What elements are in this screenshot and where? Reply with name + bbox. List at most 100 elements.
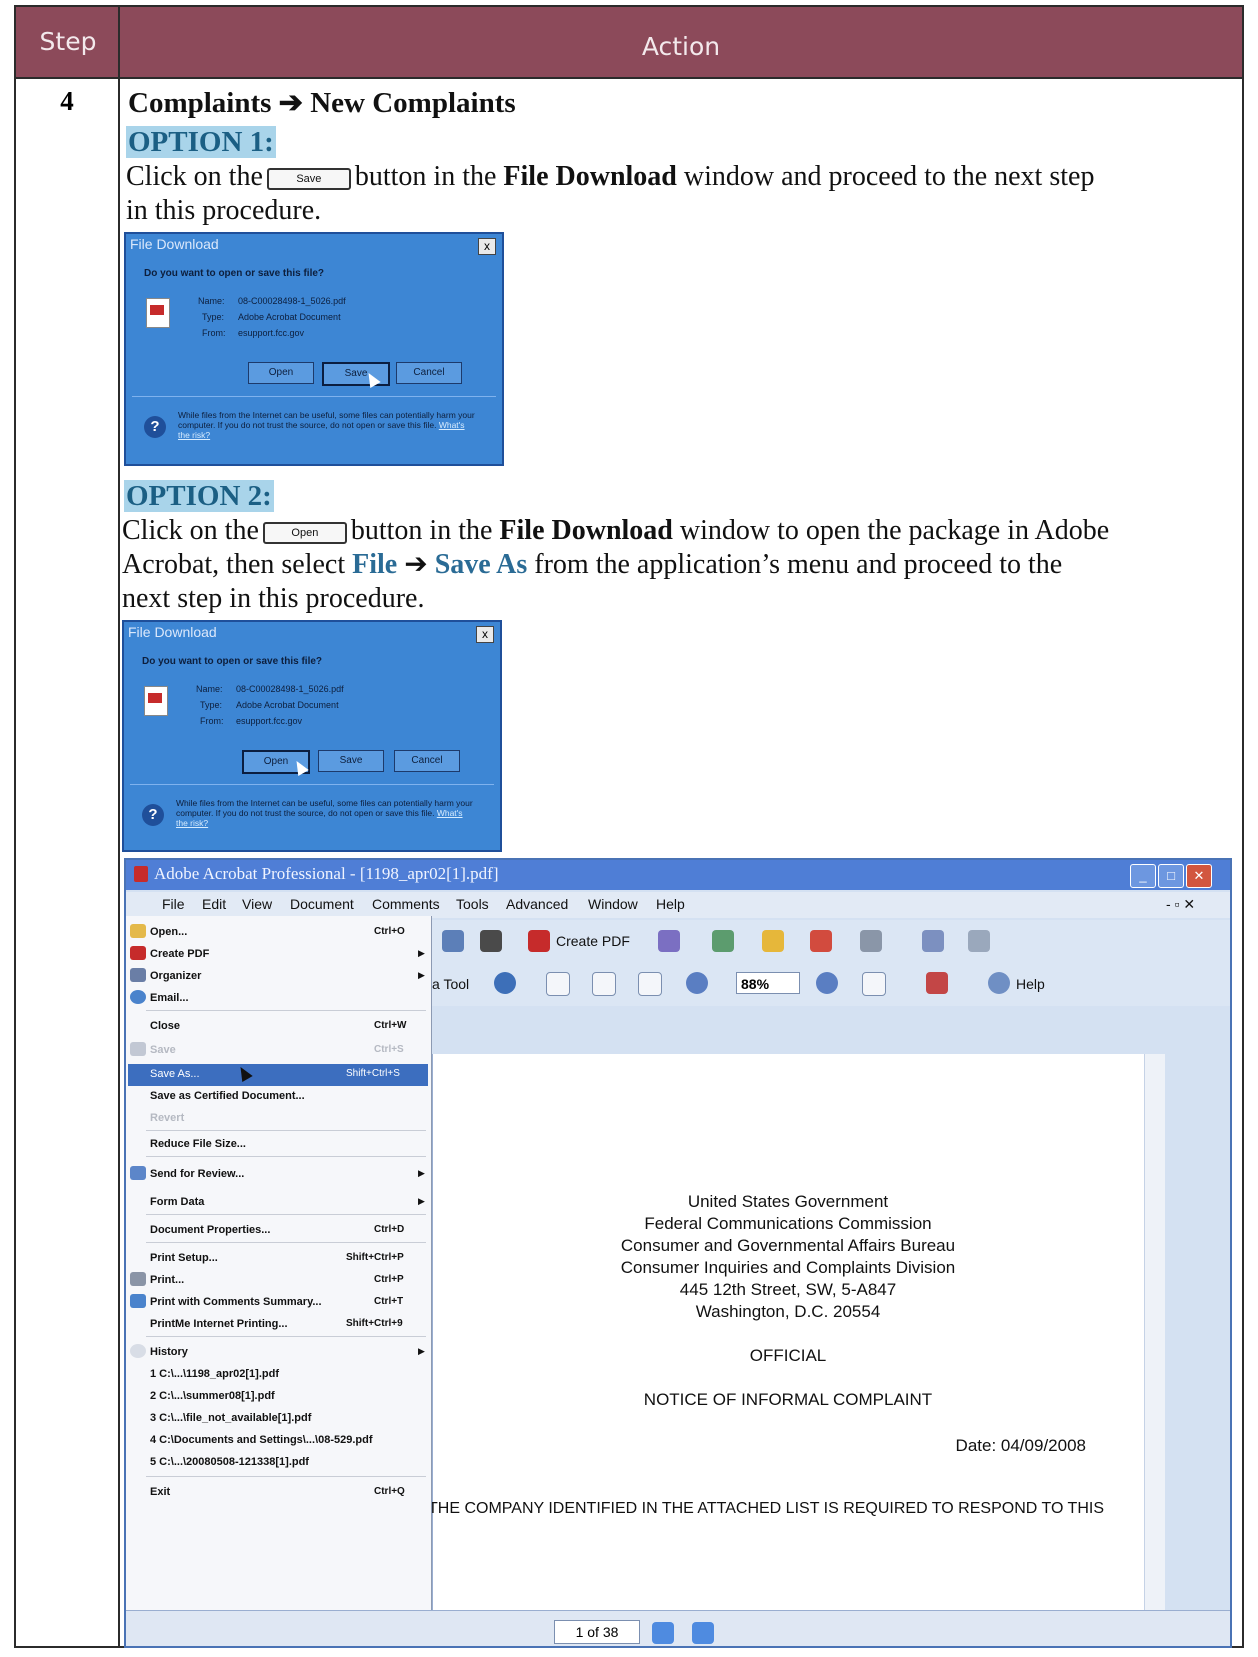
dialog-close-button[interactable]: x (478, 238, 496, 255)
next-page-icon[interactable] (652, 1622, 674, 1644)
menu-view[interactable]: View (242, 896, 272, 912)
acrobat-logo-icon (134, 866, 148, 882)
option2-arrow: ➔ (404, 549, 428, 580)
doc-line-5: 445 12th Street, SW, 5-A847 (679, 1280, 897, 1299)
email-icon (130, 990, 146, 1004)
type-value: Adobe Acrobat Document (236, 700, 339, 710)
doc-line-4: Consumer Inquiries and Complaints Divisi… (620, 1258, 956, 1277)
create-pdf-button[interactable]: Create PDF (556, 933, 630, 949)
help-question-icon: ? (144, 416, 166, 438)
close-icon[interactable]: ✕ (1186, 864, 1212, 888)
dialog-title: File Download (130, 236, 219, 252)
yahoo-icon[interactable] (926, 972, 948, 994)
menu-item-create-pdf[interactable]: Create PDF (150, 948, 209, 960)
tool-label[interactable]: a Tool (432, 976, 469, 992)
from-value: esupport.fcc.gov (238, 328, 305, 338)
menu-separator (146, 1476, 426, 1477)
combine-icon[interactable] (658, 930, 680, 952)
menu-item-save[interactable]: Save (150, 1044, 176, 1056)
dialog-close-button[interactable]: x (476, 626, 494, 643)
fit-height-icon[interactable] (592, 972, 616, 996)
dialog-warning: While files from the Internet can be use… (176, 798, 476, 828)
option1-text-b: button in the (354, 161, 497, 192)
lock-icon[interactable] (762, 930, 784, 952)
maximize-icon[interactable]: □ (1158, 864, 1184, 888)
menu-edit[interactable]: Edit (202, 896, 226, 912)
menu-item-save-certified[interactable]: Save as Certified Document... (150, 1090, 305, 1102)
option2-window-name: File Download (499, 515, 673, 546)
shortcut-open: Ctrl+O (374, 926, 405, 937)
recent-file-4[interactable]: 4 C:\Documents and Settings\...\08-529.p… (150, 1434, 373, 1446)
minimize-icon[interactable]: _ (1130, 864, 1156, 888)
menu-comments[interactable]: Comments (372, 896, 440, 912)
cancel-button[interactable]: Cancel (394, 750, 460, 772)
shortcut-save: Ctrl+S (374, 1044, 404, 1055)
create-pdf-icon (130, 946, 146, 960)
warning-text: While files from the Internet can be use… (176, 798, 473, 818)
menu-separator (146, 1130, 426, 1131)
create-pdf-icon[interactable] (528, 930, 550, 952)
fit-page-icon[interactable] (638, 972, 662, 996)
submenu-arrow-icon: ▶ (418, 1346, 425, 1356)
email-icon[interactable] (442, 930, 464, 952)
zoom-in-icon[interactable] (494, 972, 516, 994)
undo-icon[interactable] (968, 930, 990, 952)
type-value: Adobe Acrobat Document (238, 312, 341, 322)
forms-icon[interactable] (860, 930, 882, 952)
menu-separator (146, 1214, 426, 1215)
sign-pen-icon[interactable] (810, 930, 832, 952)
acrobat-window: Adobe Acrobat Professional - [1198_apr02… (124, 858, 1232, 1648)
name-label: Name: (198, 296, 225, 306)
vertical-scrollbar[interactable] (1144, 1054, 1165, 1610)
menu-item-print-setup[interactable]: Print Setup... (150, 1252, 218, 1264)
recent-file-3[interactable]: 3 C:\...\file_not_available[1].pdf (150, 1412, 311, 1424)
menu-file[interactable]: File (162, 896, 185, 912)
send-review-icon (130, 1166, 146, 1180)
menu-item-exit[interactable]: Exit (150, 1486, 170, 1498)
menu-tools[interactable]: Tools (456, 896, 489, 912)
menu-item-form-data[interactable]: Form Data (150, 1196, 204, 1208)
print-icon (130, 1272, 146, 1286)
open-button[interactable]: Open (248, 362, 314, 384)
zoom-field[interactable]: 88% (736, 972, 800, 994)
menu-document[interactable]: Document (290, 896, 354, 912)
recent-file-5[interactable]: 5 C:\...\20080508-121338[1].pdf (150, 1456, 309, 1468)
menu-item-printme[interactable]: PrintMe Internet Printing... (150, 1318, 288, 1330)
search-binoculars-icon[interactable] (480, 930, 502, 952)
menu-help[interactable]: Help (656, 896, 685, 912)
cancel-button[interactable]: Cancel (396, 362, 462, 384)
menu-item-reduce-size[interactable]: Reduce File Size... (150, 1138, 246, 1150)
menu-item-print[interactable]: Print... (150, 1274, 184, 1286)
rotate-page-icon[interactable] (862, 972, 886, 996)
menu-item-open[interactable]: Open... (150, 926, 187, 938)
menu-item-save-as[interactable]: Save As... (150, 1068, 200, 1080)
menu-item-email[interactable]: Email... (150, 992, 189, 1004)
save-button[interactable]: Save (318, 750, 384, 772)
export-icon[interactable] (712, 930, 734, 952)
doc-window-controls[interactable]: - ▫ ✕ (1166, 896, 1195, 913)
spellcheck-icon[interactable] (922, 930, 944, 952)
help-icon[interactable] (988, 972, 1010, 994)
zoom-out-icon[interactable] (686, 972, 708, 994)
help-button[interactable]: Help (1016, 976, 1045, 992)
tool-label-text: Tool (443, 976, 470, 992)
option2-text-e: from the application’s menu and proceed … (534, 549, 1063, 580)
zoom-plus-icon[interactable] (816, 972, 838, 994)
shortcut-print: Ctrl+P (374, 1274, 404, 1285)
menu-item-doc-properties[interactable]: Document Properties... (150, 1224, 270, 1236)
menu-item-close[interactable]: Close (150, 1020, 180, 1032)
recent-file-1[interactable]: 1 C:\...\1198_apr02[1].pdf (150, 1368, 279, 1380)
menu-item-history[interactable]: History (150, 1346, 188, 1358)
menu-item-organizer[interactable]: Organizer (150, 970, 201, 982)
menu-item-print-comments[interactable]: Print with Comments Summary... (150, 1296, 322, 1308)
menu-item-revert[interactable]: Revert (150, 1112, 184, 1124)
menu-item-send-review[interactable]: Send for Review... (150, 1168, 244, 1180)
recent-file-2[interactable]: 2 C:\...\summer08[1].pdf (150, 1390, 275, 1402)
submenu-arrow-icon: ▶ (418, 948, 425, 958)
doc-date: Date: 04/09/2008 (955, 1436, 1086, 1455)
page-icon[interactable] (546, 972, 570, 996)
last-page-icon[interactable] (692, 1622, 714, 1644)
page-indicator[interactable]: 1 of 38 (554, 1620, 640, 1644)
menu-advanced[interactable]: Advanced (506, 896, 568, 912)
menu-window[interactable]: Window (588, 896, 638, 912)
